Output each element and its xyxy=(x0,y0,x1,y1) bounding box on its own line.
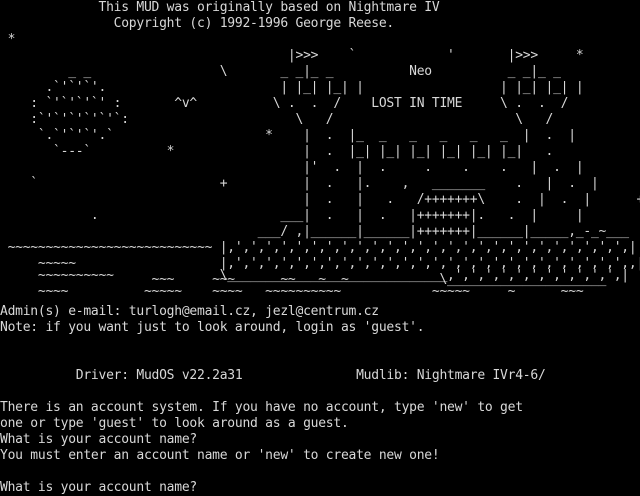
driver-mudlib-line: Driver: MudOS v22.2a31 Mudlib: Nightmare… xyxy=(0,368,546,383)
account-error-message: You must enter an account name or 'new' … xyxy=(0,448,440,463)
art-line: : `'`'`'`' : ^v^ \ . . / LOST IN TIME \ … xyxy=(0,96,569,111)
account-prompt-label: What is your account name? xyxy=(0,480,197,495)
art-line: .`'`'`'. | |_| |_| | | |_| |_| | xyxy=(0,80,584,95)
guest-note-line: Note: if you want just to look around, l… xyxy=(0,320,425,335)
art-line: . ___| . | . |+++++++|. . | | xyxy=(0,208,584,223)
art-line: :`'`'`'`'`'`: \ / \ / xyxy=(0,112,554,127)
art-line: ~~~~ ~~~~~ ~~~~ ~~~~~~~~~~ ~~~~~ ~ ~~~ xyxy=(0,284,584,299)
art-line: `.`'`'`'.` * | . |_ _ _ _ _ _ | . | xyxy=(0,128,576,143)
account-system-line-1: There is an account system. If you have … xyxy=(0,400,523,415)
art-line: ___/ ,|______|______|+++++++|______|____… xyxy=(0,224,630,239)
art-line: _ _ \ _ _|_ _ Neo _ _|_ _ xyxy=(0,64,561,79)
command-input[interactable] xyxy=(197,480,261,496)
admin-email-line: Admin(s) e-mail: turlogh@email.cz, jezl@… xyxy=(0,304,379,319)
account-name-question: What is your account name? xyxy=(0,432,197,447)
art-line: ~~~~~~~~~~~~~~~~~~~~~~~~~~~ |,',',',',',… xyxy=(0,240,637,255)
copyright-line: Copyright (c) 1992-1996 George Reese. xyxy=(0,16,395,31)
art-line: * xyxy=(0,32,16,47)
art-line: | . | . /+++++++\ . | . | + xyxy=(0,192,640,207)
welcome-line: This MUD was originally based on Nightma… xyxy=(0,0,440,15)
art-line: |' . | . . . . | . | xyxy=(0,160,584,175)
mud-terminal-window[interactable]: This MUD was originally based on Nightma… xyxy=(0,0,640,496)
art-line: `---` * | . |_| |_| |_| |_| |_| |_| . xyxy=(0,144,554,159)
account-system-line-2: one or type 'guest' to look around as a … xyxy=(0,416,349,431)
art-line: |>>> ` ' |>>> * xyxy=(0,48,584,63)
art-line: ` + | . |. , _______ . | . | xyxy=(0,176,599,191)
account-prompt-line: What is your account name? xyxy=(0,480,261,496)
